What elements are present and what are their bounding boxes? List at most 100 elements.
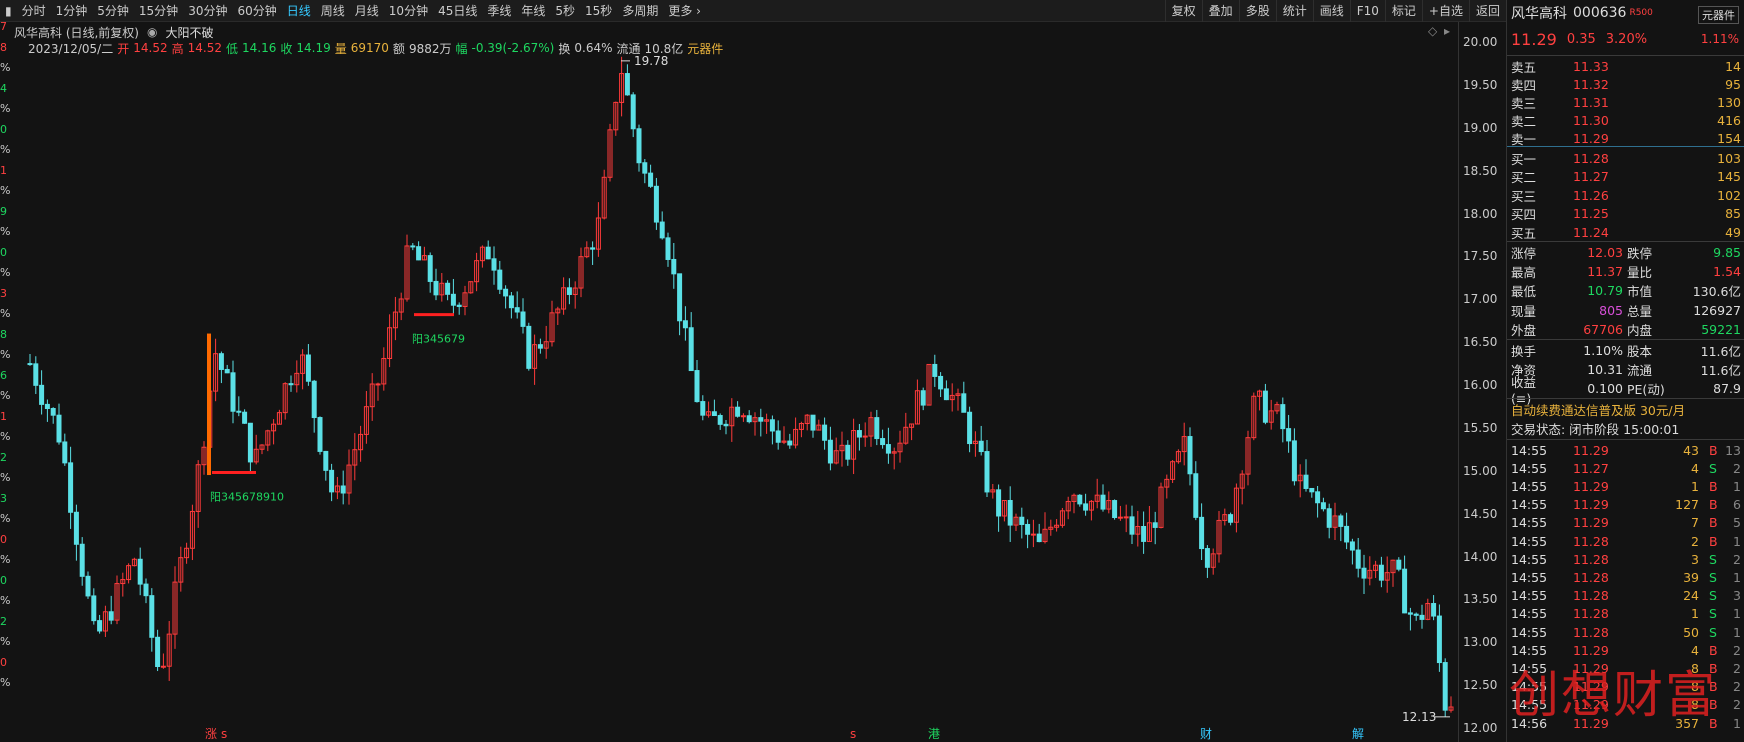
watermark: 创想财富 bbox=[1509, 666, 1717, 724]
tick-volume: 39 bbox=[1683, 569, 1699, 585]
period-tab[interactable]: 15分钟 bbox=[134, 0, 183, 22]
sector-button[interactable]: 元器件 bbox=[1698, 6, 1739, 24]
candle-body bbox=[1361, 567, 1367, 579]
candle-body bbox=[648, 172, 654, 187]
toolbar-button[interactable]: 返回 bbox=[1468, 0, 1506, 22]
price-tick: 15.00 bbox=[1463, 463, 1498, 478]
candle-body bbox=[769, 419, 775, 432]
stat-label: 内盘 bbox=[1627, 322, 1653, 338]
candle-body bbox=[1309, 487, 1315, 493]
period-tab[interactable]: 15秒 bbox=[580, 0, 617, 22]
period-tab[interactable]: 季线 bbox=[482, 0, 516, 22]
tick-price: 11.28 bbox=[1573, 569, 1609, 585]
candle-body bbox=[1419, 614, 1425, 620]
period-tab[interactable]: 日线 bbox=[282, 0, 316, 22]
candle-body bbox=[491, 258, 497, 271]
toolbar-button[interactable]: 叠加 bbox=[1201, 0, 1239, 22]
candle-body bbox=[375, 383, 381, 386]
bid-price: 11.27 bbox=[1573, 169, 1609, 184]
bid-row[interactable]: 买五 11.24 49 bbox=[1507, 223, 1744, 241]
candle-body bbox=[1402, 568, 1408, 614]
period-tab[interactable]: 多周期 bbox=[617, 0, 663, 22]
toolbar-button[interactable]: 画线 bbox=[1312, 0, 1350, 22]
tick-price: 11.29 bbox=[1573, 497, 1609, 513]
float-label: 流通 bbox=[616, 41, 641, 56]
tick-side: S bbox=[1709, 569, 1717, 585]
ask-price: 11.31 bbox=[1573, 94, 1609, 110]
bid-row[interactable]: 买三 11.26 102 bbox=[1507, 186, 1744, 204]
ask-row[interactable]: 卖四 11.32 95 bbox=[1507, 75, 1744, 93]
tick-row: 14:55 11.28 50 S 1 bbox=[1507, 623, 1744, 641]
ask-label: 卖五 bbox=[1511, 59, 1537, 75]
period-tab[interactable]: 分时 bbox=[17, 0, 51, 22]
toolbar-button[interactable]: 标记 bbox=[1384, 0, 1422, 22]
indicator-name[interactable]: 大阳不破 bbox=[165, 24, 213, 41]
candle-body bbox=[822, 424, 828, 441]
toolbar-button[interactable]: 统计 bbox=[1275, 0, 1313, 22]
ask-label: 卖三 bbox=[1511, 95, 1537, 111]
period-tab[interactable]: 30分钟 bbox=[183, 0, 232, 22]
period-tab[interactable]: 10分钟 bbox=[384, 0, 433, 22]
candle-body bbox=[659, 221, 665, 239]
period-tab[interactable]: 60分钟 bbox=[232, 0, 281, 22]
period-tab[interactable]: 年线 bbox=[516, 0, 550, 22]
panel-toggle-icon[interactable]: ▮ bbox=[0, 0, 17, 22]
tick-side: B bbox=[1709, 442, 1718, 458]
candle-body bbox=[665, 237, 671, 260]
stat-label: 最低 bbox=[1511, 284, 1537, 300]
candle-body bbox=[1396, 559, 1402, 570]
tick-count: 1 bbox=[1733, 624, 1741, 640]
toolbar-button[interactable]: 复权 bbox=[1164, 0, 1202, 22]
price-tick: 16.00 bbox=[1463, 378, 1498, 392]
candle-body bbox=[984, 451, 990, 493]
sector-tag[interactable]: 元器件 bbox=[687, 40, 723, 57]
tick-count: 5 bbox=[1733, 515, 1741, 531]
amt-label: 额 bbox=[392, 41, 405, 56]
candle-body bbox=[1228, 514, 1234, 523]
tick-count: 2 bbox=[1733, 642, 1741, 658]
ask-row[interactable]: 卖一 11.29 154 bbox=[1507, 129, 1744, 147]
tick-count: 1 bbox=[1733, 533, 1741, 549]
candle-body bbox=[230, 372, 236, 412]
period-tab[interactable]: 45日线 bbox=[433, 0, 482, 22]
bid-row[interactable]: 买一 11.28 103 bbox=[1507, 149, 1744, 167]
bid-price: 11.24 bbox=[1573, 224, 1609, 240]
price-tick: 14.50 bbox=[1463, 506, 1498, 521]
tick-volume: 50 bbox=[1683, 624, 1699, 640]
ask-price: 11.33 bbox=[1573, 58, 1609, 74]
candle-body bbox=[340, 485, 346, 494]
toolbar-button[interactable]: 多股 bbox=[1238, 0, 1276, 22]
tick-count: 2 bbox=[1733, 460, 1741, 476]
toolbar-button[interactable]: +自选 bbox=[1421, 0, 1469, 22]
kline-chart[interactable]: 阳345678910 阳345679 19.78 12.13 涨 s s 港财解 bbox=[0, 20, 1506, 742]
scroll-arrow-icon[interactable]: ▸ bbox=[1444, 24, 1450, 38]
toolbar-button[interactable]: F10 bbox=[1349, 0, 1385, 22]
candle-body bbox=[938, 375, 944, 390]
diamond-icon[interactable]: ◇ bbox=[1428, 24, 1437, 38]
stat-row: 最高 11.37 量比 1.54 bbox=[1507, 262, 1744, 281]
period-tab[interactable]: 周线 bbox=[316, 0, 350, 22]
promo-link[interactable]: 自动续费通达信普及版 30元/月 bbox=[1507, 400, 1685, 419]
period-tab[interactable]: 1分钟 bbox=[51, 0, 93, 22]
period-tab[interactable]: 更多 › bbox=[663, 0, 706, 22]
ask-row[interactable]: 卖五 11.33 14 bbox=[1507, 57, 1744, 75]
stat-value: 67706 bbox=[1583, 321, 1623, 337]
period-tab[interactable]: 月线 bbox=[350, 0, 384, 22]
ask-row[interactable]: 卖三 11.31 130 bbox=[1507, 93, 1744, 111]
candle-body bbox=[323, 450, 329, 471]
stat-value: 11.37 bbox=[1587, 264, 1623, 280]
bid-row[interactable]: 买二 11.27 145 bbox=[1507, 168, 1744, 186]
candle-body bbox=[1199, 516, 1205, 550]
ask-row[interactable]: 卖二 11.30 416 bbox=[1507, 111, 1744, 129]
candle-body bbox=[1117, 516, 1123, 519]
period-tab[interactable]: 5分钟 bbox=[92, 0, 134, 22]
candle-body bbox=[1129, 516, 1135, 535]
stat-label: 换手 bbox=[1511, 344, 1537, 359]
stat-label: 最高 bbox=[1511, 265, 1537, 281]
candle-body bbox=[433, 280, 439, 296]
bid-row[interactable]: 买四 11.25 85 bbox=[1507, 205, 1744, 223]
tick-count: 2 bbox=[1733, 697, 1741, 713]
eye-icon[interactable]: ◉ bbox=[147, 25, 157, 39]
ohlc-info: 2023/12/05/二 开 14.52 高 14.52 低 14.16 收 14.19… bbox=[28, 40, 723, 56]
period-tab[interactable]: 5秒 bbox=[550, 0, 580, 22]
